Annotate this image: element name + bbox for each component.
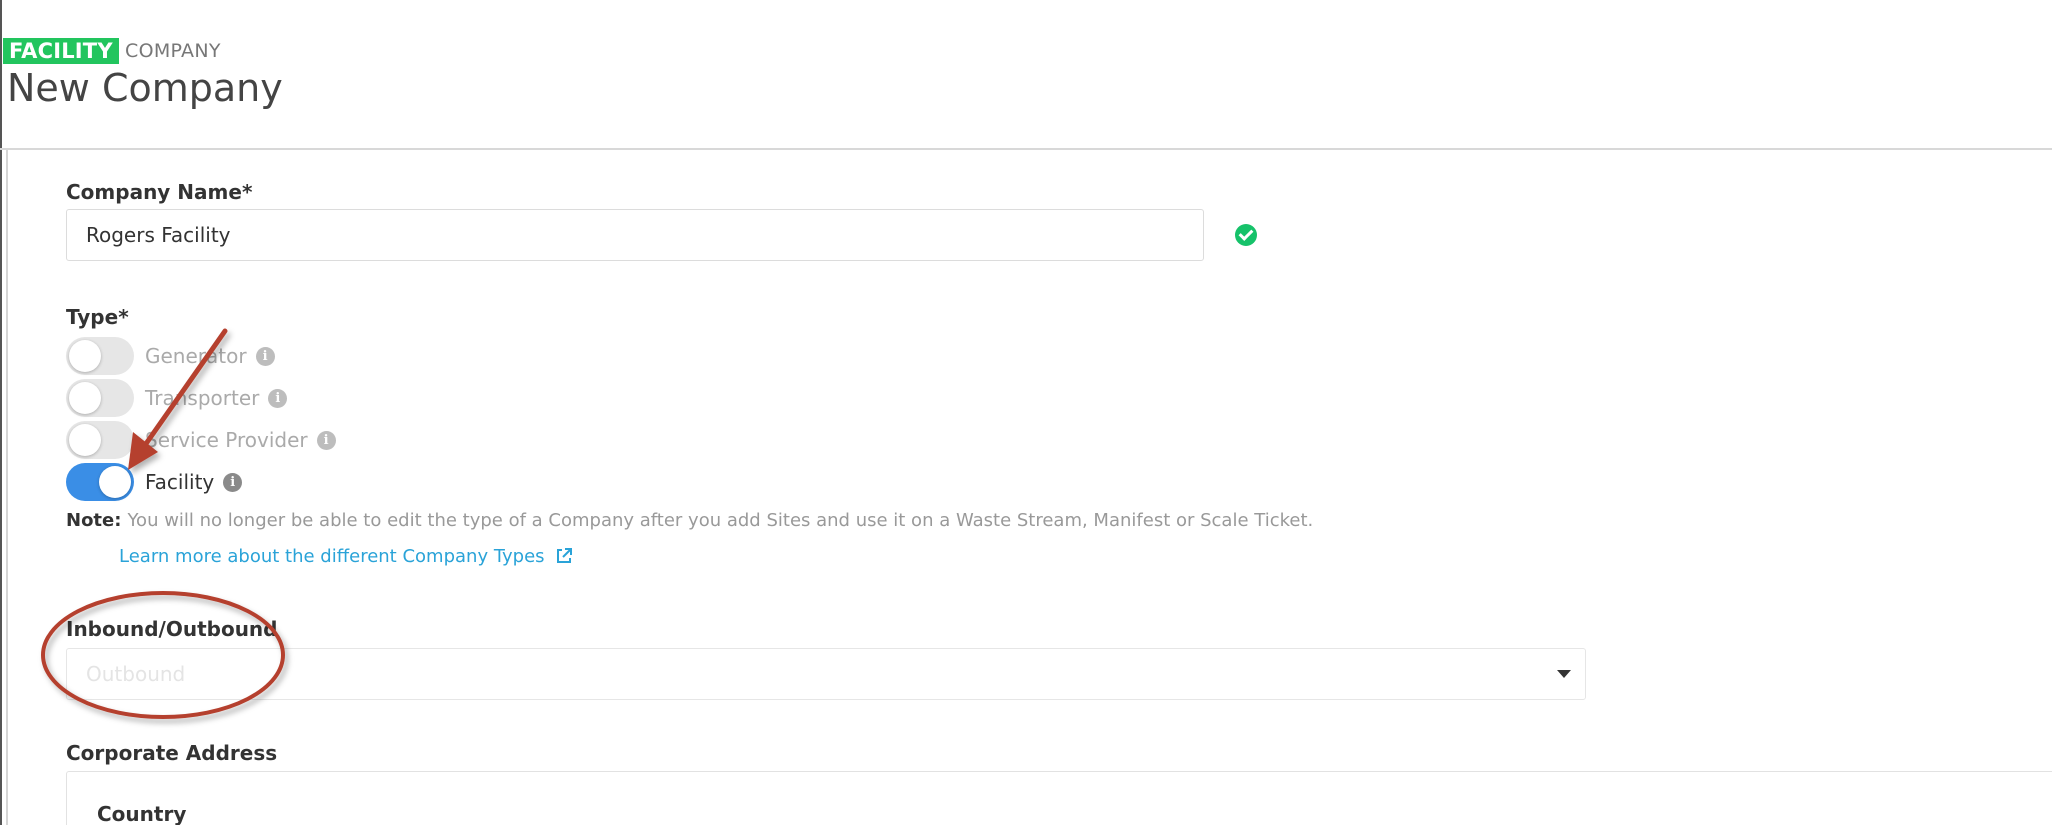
note-label: Note: [66,510,122,531]
type-option-facility: Facility i [66,463,243,501]
page-title: New Company [7,66,283,110]
inbound-outbound-select[interactable]: Outbound [66,648,1586,700]
note-text: You will no longer be able to edit the t… [127,510,1314,531]
facility-toggle[interactable] [66,463,134,501]
learn-more-text: Learn more about the different Company T… [119,546,545,567]
type-option-generator: Generator i [66,337,275,375]
service-provider-toggle[interactable] [66,421,134,459]
transporter-label: Transporter [145,386,260,410]
page: FACILITY COMPANY New Company Company Nam… [0,0,2052,825]
inbound-outbound-value: Outbound [86,662,186,686]
type-option-service-provider: Service Provider i [66,421,336,459]
transporter-toggle[interactable] [66,379,134,417]
info-icon[interactable]: i [255,346,275,366]
corporate-address-label: Corporate Address [66,741,278,765]
generator-toggle[interactable] [66,337,134,375]
type-option-transporter: Transporter i [66,379,288,417]
window-edge [0,0,2,825]
learn-more-link[interactable]: Learn more about the different Company T… [119,546,573,567]
service-provider-label: Service Provider [145,428,308,452]
facility-label: Facility [145,470,215,494]
type-note: Note: You will no longer be able to edit … [66,510,1313,531]
info-icon[interactable]: i [268,388,288,408]
company-name-input[interactable] [66,209,1204,261]
inbound-outbound-label: Inbound/Outbound [66,617,278,641]
company-name-label: Company Name* [66,180,253,204]
type-label: Type* [66,305,129,329]
external-link-icon [557,548,573,563]
chevron-down-icon [1557,670,1571,678]
check-circle-icon [1235,224,1257,246]
country-label: Country [97,802,187,825]
info-icon[interactable]: i [316,430,336,450]
generator-label: Generator [145,344,247,368]
facility-badge: FACILITY [3,38,119,64]
breadcrumb[interactable]: COMPANY [125,40,221,62]
corporate-address-box: Country [66,771,2052,825]
info-icon[interactable]: i [223,472,243,492]
